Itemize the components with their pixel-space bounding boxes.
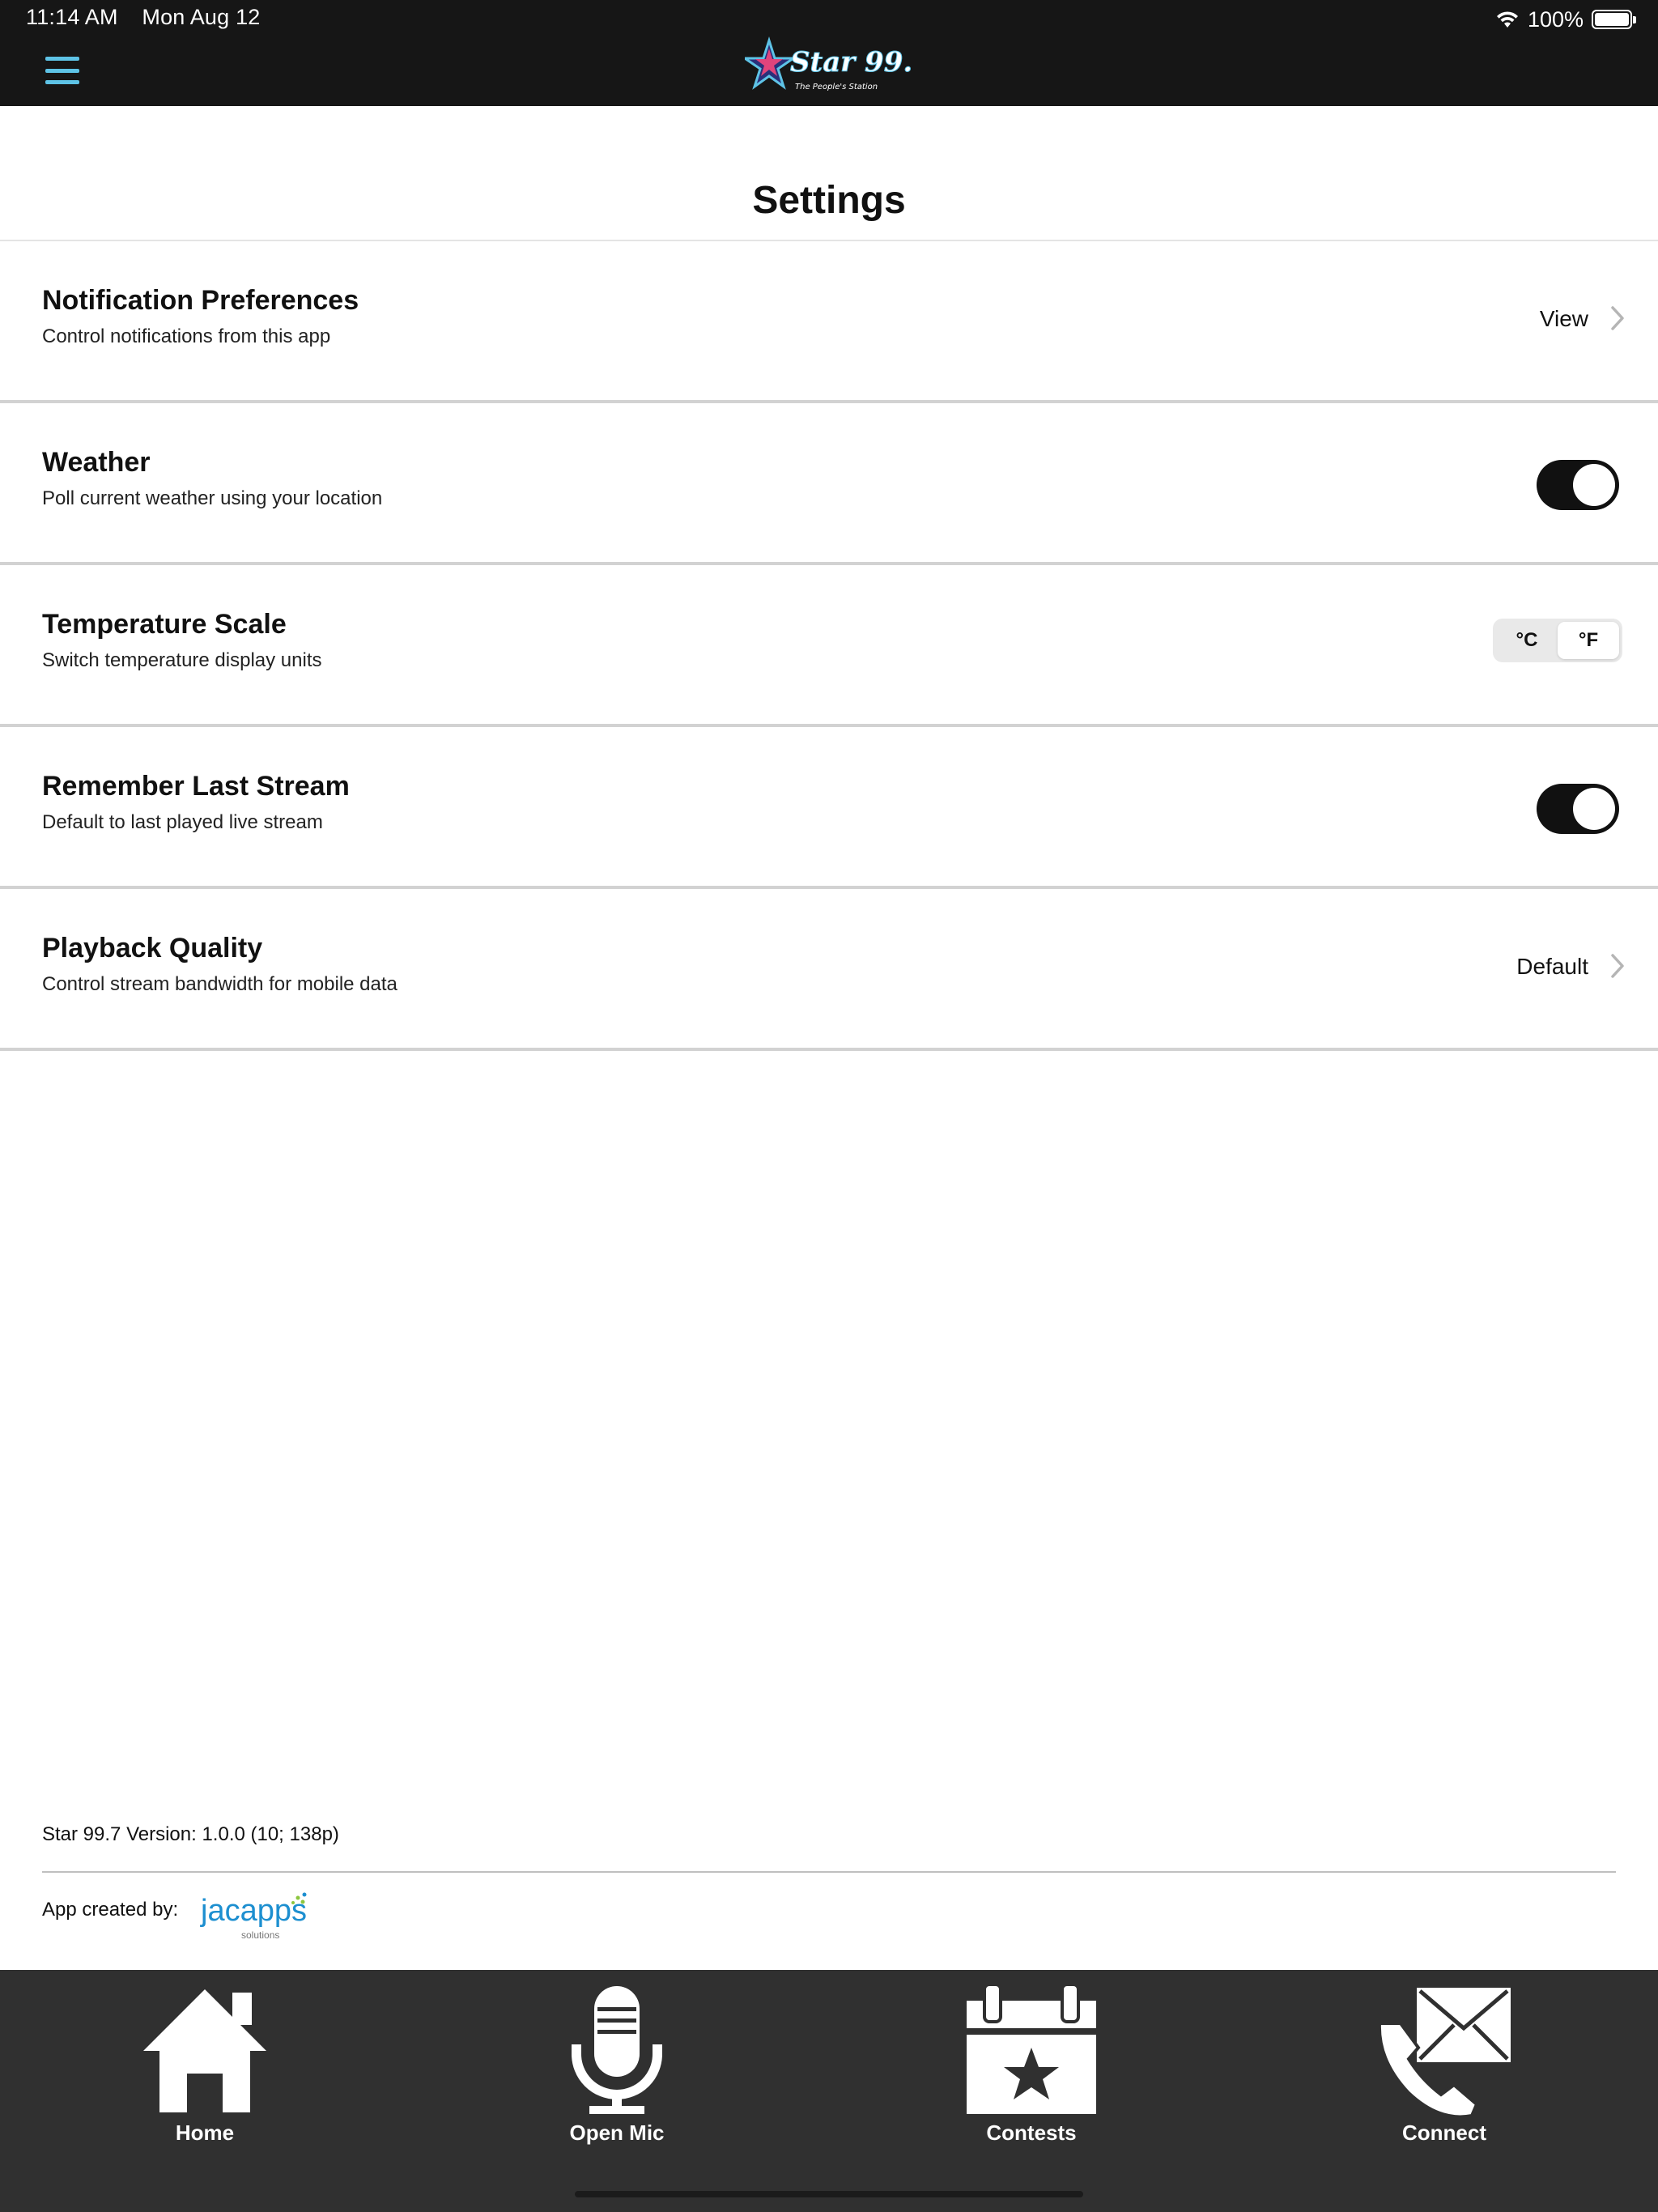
calendar-star-icon (967, 1983, 1096, 2114)
setting-title: Notification Preferences (42, 285, 359, 316)
setting-remember-last-stream: Remember Last Stream Default to last pla… (0, 727, 1658, 889)
menu-icon[interactable] (45, 57, 79, 84)
top-bar: 11:14 AM Mon Aug 12 100% Star 99.7fm The… (0, 0, 1658, 106)
tab-label: Home (175, 2121, 235, 2145)
divider (42, 1871, 1616, 1873)
setting-playback-quality[interactable]: Playback Quality Control stream bandwidt… (0, 889, 1658, 1051)
home-icon (143, 1989, 266, 2112)
tab-bar: Home Open Mic Contests Connect (0, 1970, 1658, 2212)
playback-quality-value[interactable]: Default (1516, 954, 1588, 980)
tab-label: Connect (1402, 2121, 1486, 2145)
setting-description: Switch temperature display units (42, 649, 322, 671)
setting-description: Control notifications from this app (42, 325, 331, 347)
microphone-icon (572, 1986, 662, 2114)
phone-envelope-icon (1377, 1988, 1511, 2119)
setting-description: Default to last played live stream (42, 811, 323, 833)
status-time: 11:14 AM Mon Aug 12 (26, 5, 261, 30)
toggle-knob (1573, 788, 1615, 830)
status-date: Mon Aug 12 (142, 5, 261, 29)
celsius-option[interactable]: °C (1496, 622, 1558, 659)
chevron-right-icon (1611, 954, 1624, 978)
setting-description: Poll current weather using your location (42, 487, 383, 509)
temperature-unit-selector: °C °F (1493, 619, 1622, 662)
setting-temperature-scale: Temperature Scale Switch temperature dis… (0, 565, 1658, 727)
jacapps-wordmark: jacapps (200, 1894, 307, 1928)
status-indicators: 100% (1495, 5, 1636, 34)
setting-description: Control stream bandwidth for mobile data (42, 973, 397, 995)
page-title: Settings (752, 179, 906, 222)
tab-label: Contests (986, 2121, 1077, 2145)
battery-icon (1592, 10, 1636, 29)
setting-notification-preferences[interactable]: Notification Preferences Control notific… (0, 241, 1658, 403)
setting-title: Temperature Scale (42, 609, 287, 640)
jacapps-logo[interactable]: jacapps solutions (199, 1887, 312, 1943)
tab-label: Open Mic (569, 2121, 665, 2145)
battery-percent: 100% (1527, 6, 1584, 32)
jacapps-tagline: solutions (241, 1929, 279, 1941)
tab-open-mic[interactable]: Open Mic (495, 1970, 738, 2156)
setting-title: Remember Last Stream (42, 771, 350, 802)
created-by-label: App created by: (42, 1899, 179, 1921)
status-clock: 11:14 AM (26, 5, 118, 29)
tab-contests[interactable]: Contests (910, 1970, 1153, 2156)
logo-wordmark: Star 99.7fm (790, 46, 915, 79)
wifi-icon (1496, 11, 1518, 28)
settings-list: Notification Preferences Control notific… (0, 241, 1658, 1051)
fahrenheit-option[interactable]: °F (1558, 622, 1619, 659)
tab-connect[interactable]: Connect (1323, 1970, 1566, 2156)
setting-weather: Weather Poll current weather using your … (0, 403, 1658, 565)
logo-tagline: The People's Station (795, 83, 878, 91)
tab-home[interactable]: Home (83, 1970, 326, 2156)
setting-title: Weather (42, 447, 151, 478)
view-link[interactable]: View (1540, 306, 1588, 332)
home-indicator[interactable] (575, 2191, 1083, 2197)
weather-toggle[interactable] (1537, 460, 1619, 510)
station-logo: Star 99.7fm The People's Station (745, 36, 915, 91)
chevron-right-icon (1611, 306, 1624, 330)
settings-screen: 11:14 AM Mon Aug 12 100% Star 99.7fm The… (0, 0, 1658, 2212)
setting-title: Playback Quality (42, 933, 263, 963)
remember-stream-toggle[interactable] (1537, 784, 1619, 834)
toggle-knob (1573, 464, 1615, 506)
version-text: Star 99.7 Version: 1.0.0 (10; 138p) (42, 1823, 339, 1845)
